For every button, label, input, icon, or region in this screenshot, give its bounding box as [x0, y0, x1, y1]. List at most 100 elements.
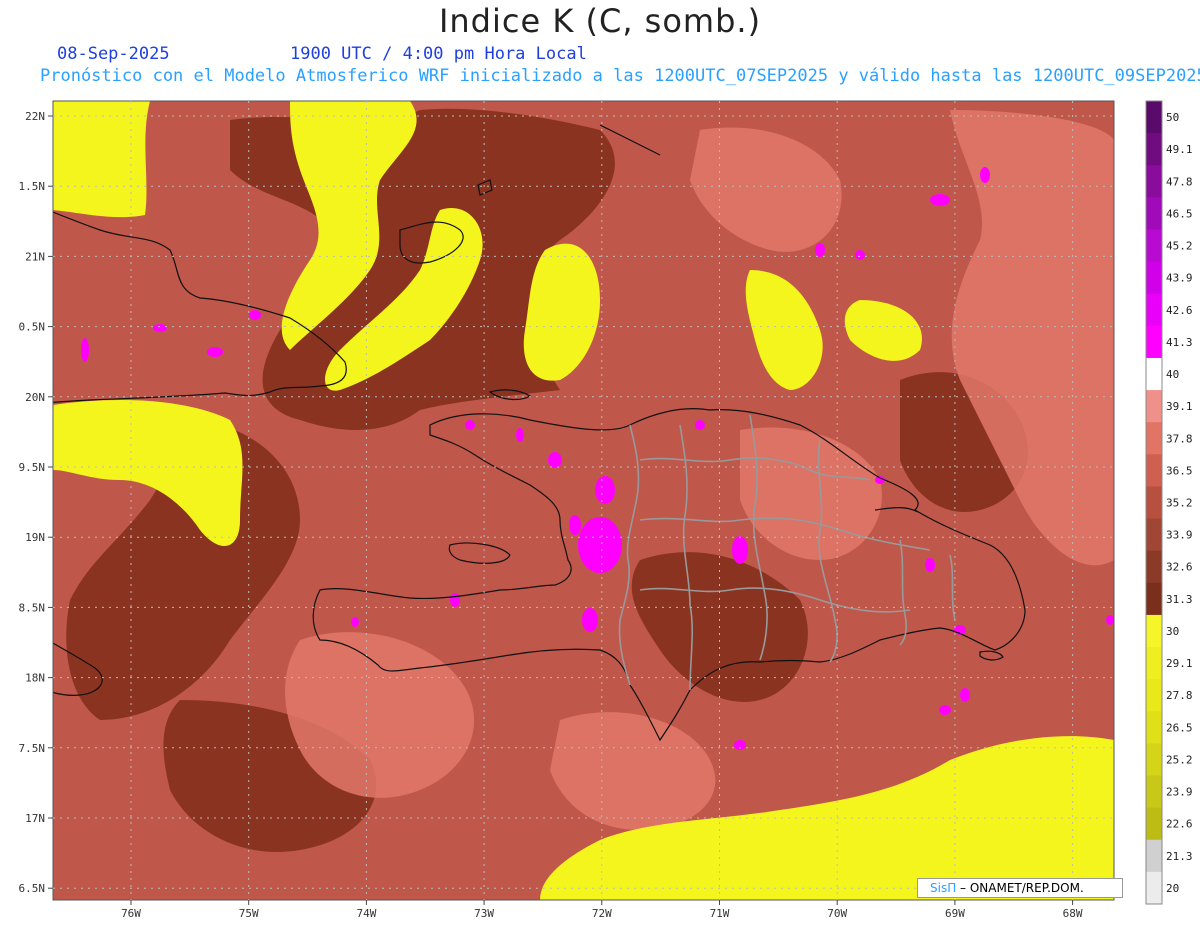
lon-label: 70W — [827, 907, 847, 920]
colorbar-swatch — [1146, 711, 1162, 744]
magenta-patch — [939, 705, 951, 715]
colorbar-swatch — [1146, 390, 1162, 423]
magenta-patch — [465, 420, 475, 430]
colorbar-swatch — [1146, 133, 1162, 166]
colorbar-label: 46.5 — [1166, 207, 1193, 220]
map-field — [53, 101, 1114, 900]
magenta-patch — [980, 167, 990, 183]
magenta-patch — [1106, 615, 1114, 625]
lat-label: 17N — [25, 812, 45, 825]
magenta-patch — [249, 310, 261, 320]
credit-box: SisΠ – ONAMET/REP.DOM. — [917, 878, 1123, 898]
colorbar-label: 47.8 — [1166, 175, 1193, 188]
magenta-patch — [207, 347, 223, 357]
magenta-patch — [582, 608, 598, 632]
colorbar-swatch — [1146, 422, 1162, 455]
colorbar-label: 27.8 — [1166, 689, 1193, 702]
magenta-patch — [960, 688, 970, 702]
lat-label: 8.5N — [19, 601, 46, 614]
colorbar-swatch — [1146, 647, 1162, 680]
lon-label: 68W — [1063, 907, 1083, 920]
lon-label: 69W — [945, 907, 965, 920]
longitude-labels: 76W 75W 74W 73W 72W 71W 70W 69W 68W — [121, 900, 1083, 920]
lon-label: 73W — [474, 907, 494, 920]
colorbar-label: 45.2 — [1166, 240, 1193, 253]
magenta-patch — [925, 558, 935, 572]
colorbar-swatch — [1146, 325, 1162, 359]
colorbar-swatch — [1146, 582, 1162, 616]
colorbar-label: 50 — [1166, 111, 1179, 124]
colorbar-swatch — [1146, 357, 1162, 391]
colorbar-label: 21.3 — [1166, 850, 1193, 863]
magenta-patch — [81, 338, 89, 362]
lat-label: 20N — [25, 391, 45, 404]
colorbar-swatch — [1146, 679, 1162, 712]
magenta-patch — [732, 536, 748, 564]
colorbar-label: 49.1 — [1166, 143, 1193, 156]
lat-label: 22N — [25, 110, 45, 123]
colorbar-swatch — [1146, 293, 1162, 327]
colorbar-label: 36.5 — [1166, 464, 1193, 477]
magenta-patch — [815, 243, 825, 257]
colorbar-label: 33.9 — [1166, 529, 1193, 542]
colorbar-swatch — [1146, 261, 1162, 295]
colorbar-swatch — [1146, 197, 1162, 230]
lat-label: 1.5N — [19, 180, 46, 193]
latitude-labels: 22N 1.5N 21N 0.5N 20N 9.5N 19N 8.5N 18N 7.5N 17N 6.… — [19, 110, 53, 895]
colorbar-swatch — [1146, 454, 1162, 487]
colorbar-label: 30 — [1166, 625, 1179, 638]
colorbar-label: 41.3 — [1166, 336, 1193, 349]
colorbar-label: 42.6 — [1166, 304, 1193, 317]
colorbar-swatch — [1146, 101, 1162, 134]
colorbar-label: 35.2 — [1166, 497, 1193, 510]
colorbar-label: 39.1 — [1166, 400, 1193, 413]
colorbar-swatch — [1146, 550, 1162, 584]
colorbar-swatch — [1146, 486, 1162, 520]
colorbar-swatch — [1146, 807, 1162, 841]
lat-label: 19N — [25, 531, 45, 544]
colorbar-swatch — [1146, 518, 1162, 552]
magenta-patch — [569, 515, 581, 535]
colorbar-label: 20 — [1166, 882, 1179, 895]
magenta-patch — [351, 617, 359, 627]
magenta-patch — [153, 324, 167, 332]
colorbar-swatch — [1146, 871, 1162, 905]
lon-label: 74W — [356, 907, 376, 920]
colorbar-swatch — [1146, 165, 1162, 198]
colorbar-label: 25.2 — [1166, 753, 1193, 766]
lon-label: 71W — [710, 907, 730, 920]
sispi-logo: SisΠ — [930, 881, 957, 895]
magenta-patch — [855, 250, 865, 260]
colorbar-label: 43.9 — [1166, 272, 1193, 285]
colorbar-swatch — [1146, 229, 1162, 263]
lon-label: 75W — [239, 907, 259, 920]
colorbar-label: 22.6 — [1166, 818, 1193, 831]
yellow-region-nw — [53, 101, 150, 218]
colorbar-swatch — [1146, 614, 1162, 648]
lon-label: 76W — [121, 907, 141, 920]
colorbar-swatch — [1146, 743, 1162, 777]
lat-label: 18N — [25, 672, 45, 685]
lat-label: 21N — [25, 250, 45, 263]
magenta-patch — [930, 194, 950, 206]
colorbar-label: 26.5 — [1166, 721, 1193, 734]
colorbar-label: 23.9 — [1166, 786, 1193, 799]
magenta-patch — [578, 517, 622, 573]
credit-text: – ONAMET/REP.DOM. — [956, 881, 1084, 895]
magenta-patch — [595, 476, 615, 504]
lat-label: 6.5N — [19, 882, 46, 895]
colorbar: 50 49.1 47.8 46.5 45.2 43.9 42.6 41.3 40 39.1 37.8… — [1145, 100, 1193, 905]
k-index-map: 22N 1.5N 21N 0.5N 20N 9.5N 19N 8.5N 18N 7.5N 17N 6.… — [19, 100, 1193, 920]
colorbar-label: 37.8 — [1166, 432, 1193, 445]
colorbar-label: 40 — [1166, 368, 1179, 381]
colorbar-swatch — [1146, 839, 1162, 873]
magenta-patch — [548, 452, 562, 468]
lon-label: 72W — [592, 907, 612, 920]
lat-label: 7.5N — [19, 742, 46, 755]
magenta-patch — [695, 420, 705, 430]
magenta-patch — [516, 428, 524, 442]
colorbar-label: 29.1 — [1166, 657, 1193, 670]
lat-label: 0.5N — [19, 321, 46, 334]
colorbar-label: 32.6 — [1166, 561, 1193, 574]
magenta-patch — [450, 593, 460, 607]
